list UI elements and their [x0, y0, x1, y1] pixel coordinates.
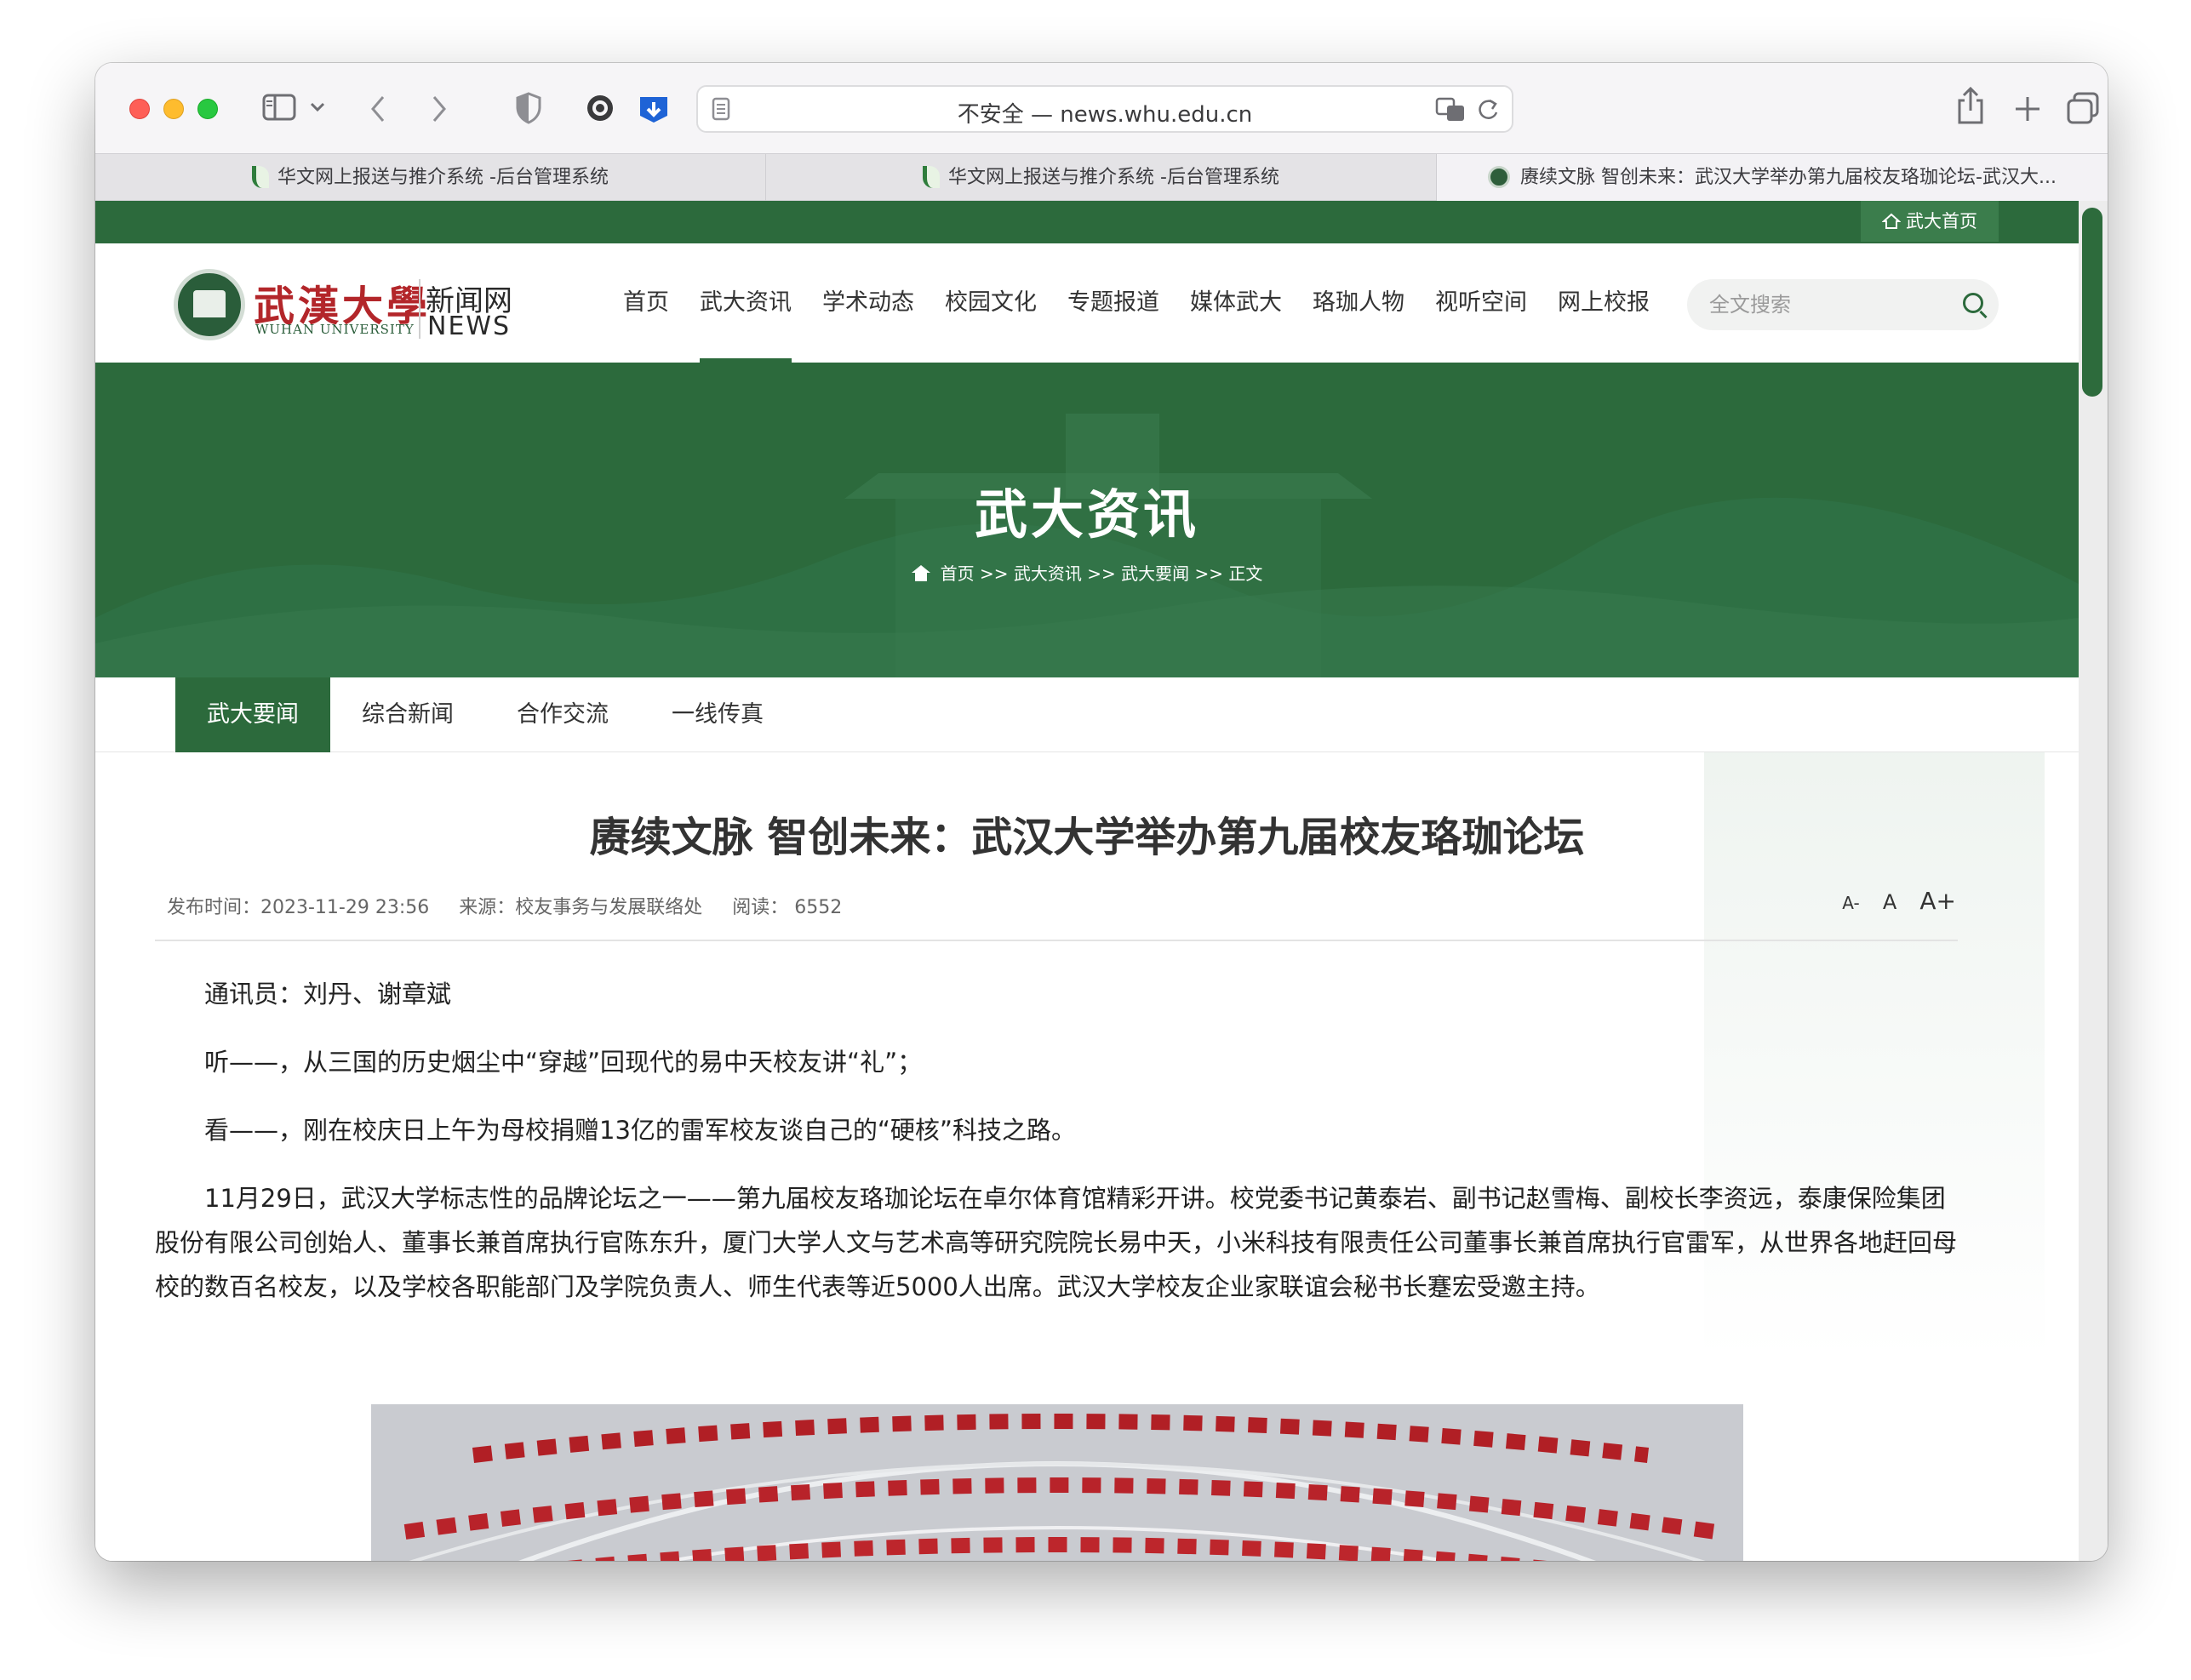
university-home-link[interactable]: 武大首页 — [1861, 201, 1999, 242]
breadcrumb: 首页 >> 武大资讯 >> 武大要闻 >> 正文 — [95, 560, 2079, 585]
nav-item-campus-culture[interactable]: 校园文化 — [930, 243, 1052, 363]
nav-item-academic[interactable]: 学术动态 — [807, 243, 930, 363]
extension-camera-icon[interactable] — [586, 94, 615, 123]
site-favicon-icon — [1488, 166, 1511, 188]
search-icon[interactable] — [1963, 293, 1983, 313]
address-bar[interactable]: 不安全 — news.whu.edu.cn — [696, 85, 1513, 133]
subnav-item-general-news[interactable]: 综合新闻 — [330, 677, 485, 752]
home-icon[interactable] — [911, 565, 930, 582]
nav-item-video[interactable]: 视听空间 — [1420, 243, 1542, 363]
url-text: 不安全 — news.whu.edu.cn — [957, 102, 1253, 128]
logo-news-en: NEWS — [427, 311, 512, 341]
back-icon[interactable] — [369, 95, 386, 123]
scrollbar-thumb[interactable] — [2082, 208, 2102, 397]
article-paragraph: 11月29日，武汉大学标志性的品牌论坛之一——第九届校友珞珈论坛在卓尔体育馆精彩… — [155, 1184, 1958, 1301]
browser-tab[interactable]: 华文网上报送与推介系统 -后台管理系统 — [766, 154, 1437, 201]
search-input[interactable] — [1709, 288, 1948, 322]
article-photo — [371, 1404, 1743, 1561]
site-favicon-icon — [923, 166, 941, 188]
forward-icon[interactable] — [431, 95, 448, 123]
nav-item-special-reports[interactable]: 专题报道 — [1052, 243, 1175, 363]
article-meta: 发布时间：2023-11-29 23:56 来源：校友事务与发展联络处 阅读： … — [167, 892, 866, 919]
search-box — [1687, 279, 1999, 330]
section-banner: 武大资讯 首页 >> 武大资讯 >> 武大要闻 >> 正文 — [95, 363, 2079, 677]
gym-flags-photo — [371, 1404, 1743, 1561]
nav-item-people[interactable]: 珞珈人物 — [1297, 243, 1420, 363]
article-title: 赓续文脉 智创未来：武汉大学举办第九届校友珞珈论坛 — [589, 814, 1585, 861]
nav-item-whu-news[interactable]: 武大资讯 — [684, 243, 807, 363]
browser-window: 不安全 — news.whu.edu.cn 华文网上报送与推介系统 -后台管理系… — [95, 63, 2108, 1561]
font-decrease-button[interactable]: A- — [1842, 893, 1859, 913]
new-tab-icon[interactable] — [2014, 95, 2041, 123]
article-source: 来源：校友事务与发展联络处 — [459, 897, 703, 918]
subnav-item-frontline[interactable]: 一线传真 — [640, 677, 795, 752]
article-paragraph: 看——，刚在校庆日上午为母校捐赠13亿的雷军校友谈自己的“硬核”科技之路。 — [204, 1116, 1076, 1145]
nav-item-campus-paper[interactable]: 网上校报 — [1542, 243, 1665, 363]
close-window-button[interactable] — [129, 99, 150, 119]
nav-item-home[interactable]: 首页 — [608, 243, 684, 363]
tab-strip: 华文网上报送与推介系统 -后台管理系统 华文网上报送与推介系统 -后台管理系统 … — [95, 153, 2108, 201]
subnav-item-cooperation[interactable]: 合作交流 — [485, 677, 640, 752]
logo-text-en: WUHAN UNIVERSITY — [255, 322, 415, 337]
subnav-item-whu-headlines[interactable]: 武大要闻 — [175, 677, 330, 752]
tab-overview-icon[interactable] — [2067, 92, 2099, 124]
chevron-down-icon[interactable] — [310, 102, 325, 112]
minimize-window-button[interactable] — [163, 99, 184, 119]
translate-icon[interactable] — [1435, 97, 1467, 123]
main-nav: 首页 武大资讯 学术动态 校园文化 专题报道 媒体武大 珞珈人物 视听空间 网上… — [608, 243, 1665, 363]
web-page: 武大首页 武漢大學 WUHAN UNIVERSITY 新闻网 NEWS 首页 武… — [95, 201, 2079, 1561]
logo-divider — [419, 279, 420, 339]
article-body: 通讯员：刘丹、谢章斌 听——，从三国的历史烟尘中“穿越”回现代的易中天校友讲“礼… — [155, 972, 1958, 1333]
sidebar-toggle-icon[interactable] — [262, 94, 296, 121]
reload-icon[interactable] — [1476, 97, 1500, 123]
top-strip: 武大首页 — [95, 201, 2079, 243]
site-header: 武漢大學 WUHAN UNIVERSITY 新闻网 NEWS 首页 武大资讯 学… — [95, 243, 2079, 363]
publish-time: 发布时间：2023-11-29 23:56 — [167, 897, 430, 918]
article-paragraph: 听——，从三国的历史烟尘中“穿越”回现代的易中天校友讲“礼”； — [204, 1048, 923, 1077]
zoom-window-button[interactable] — [197, 99, 218, 119]
read-count: 阅读： 6552 — [732, 897, 843, 918]
font-reset-button[interactable]: A — [1883, 890, 1896, 914]
site-favicon-icon — [252, 166, 270, 188]
download-extension-icon[interactable] — [638, 92, 669, 124]
meta-divider — [155, 940, 1958, 941]
browser-tab-active[interactable]: 赓续文脉 智创未来：武汉大学举办第九届校友珞珈论坛-武汉大... — [1437, 154, 2108, 201]
nav-item-media[interactable]: 媒体武大 — [1175, 243, 1297, 363]
sub-nav: 武大要闻 综合新闻 合作交流 一线传真 — [95, 677, 2079, 752]
article-paragraph: 通讯员：刘丹、谢章斌 — [204, 980, 452, 1009]
page-scrollbar[interactable] — [2079, 201, 2108, 1561]
browser-toolbar: 不安全 — news.whu.edu.cn — [95, 63, 2108, 153]
font-increase-button[interactable]: A+ — [1919, 887, 1956, 915]
banner-title: 武大资讯 — [974, 483, 1199, 546]
browser-tab[interactable]: 华文网上报送与推介系统 -后台管理系统 — [95, 154, 766, 201]
university-seal-logo[interactable] — [174, 269, 245, 340]
home-icon — [1881, 213, 1902, 229]
share-icon[interactable] — [1956, 87, 1985, 124]
privacy-shield-icon[interactable] — [516, 92, 541, 124]
font-size-controls: A- A A+ — [1823, 887, 1956, 915]
